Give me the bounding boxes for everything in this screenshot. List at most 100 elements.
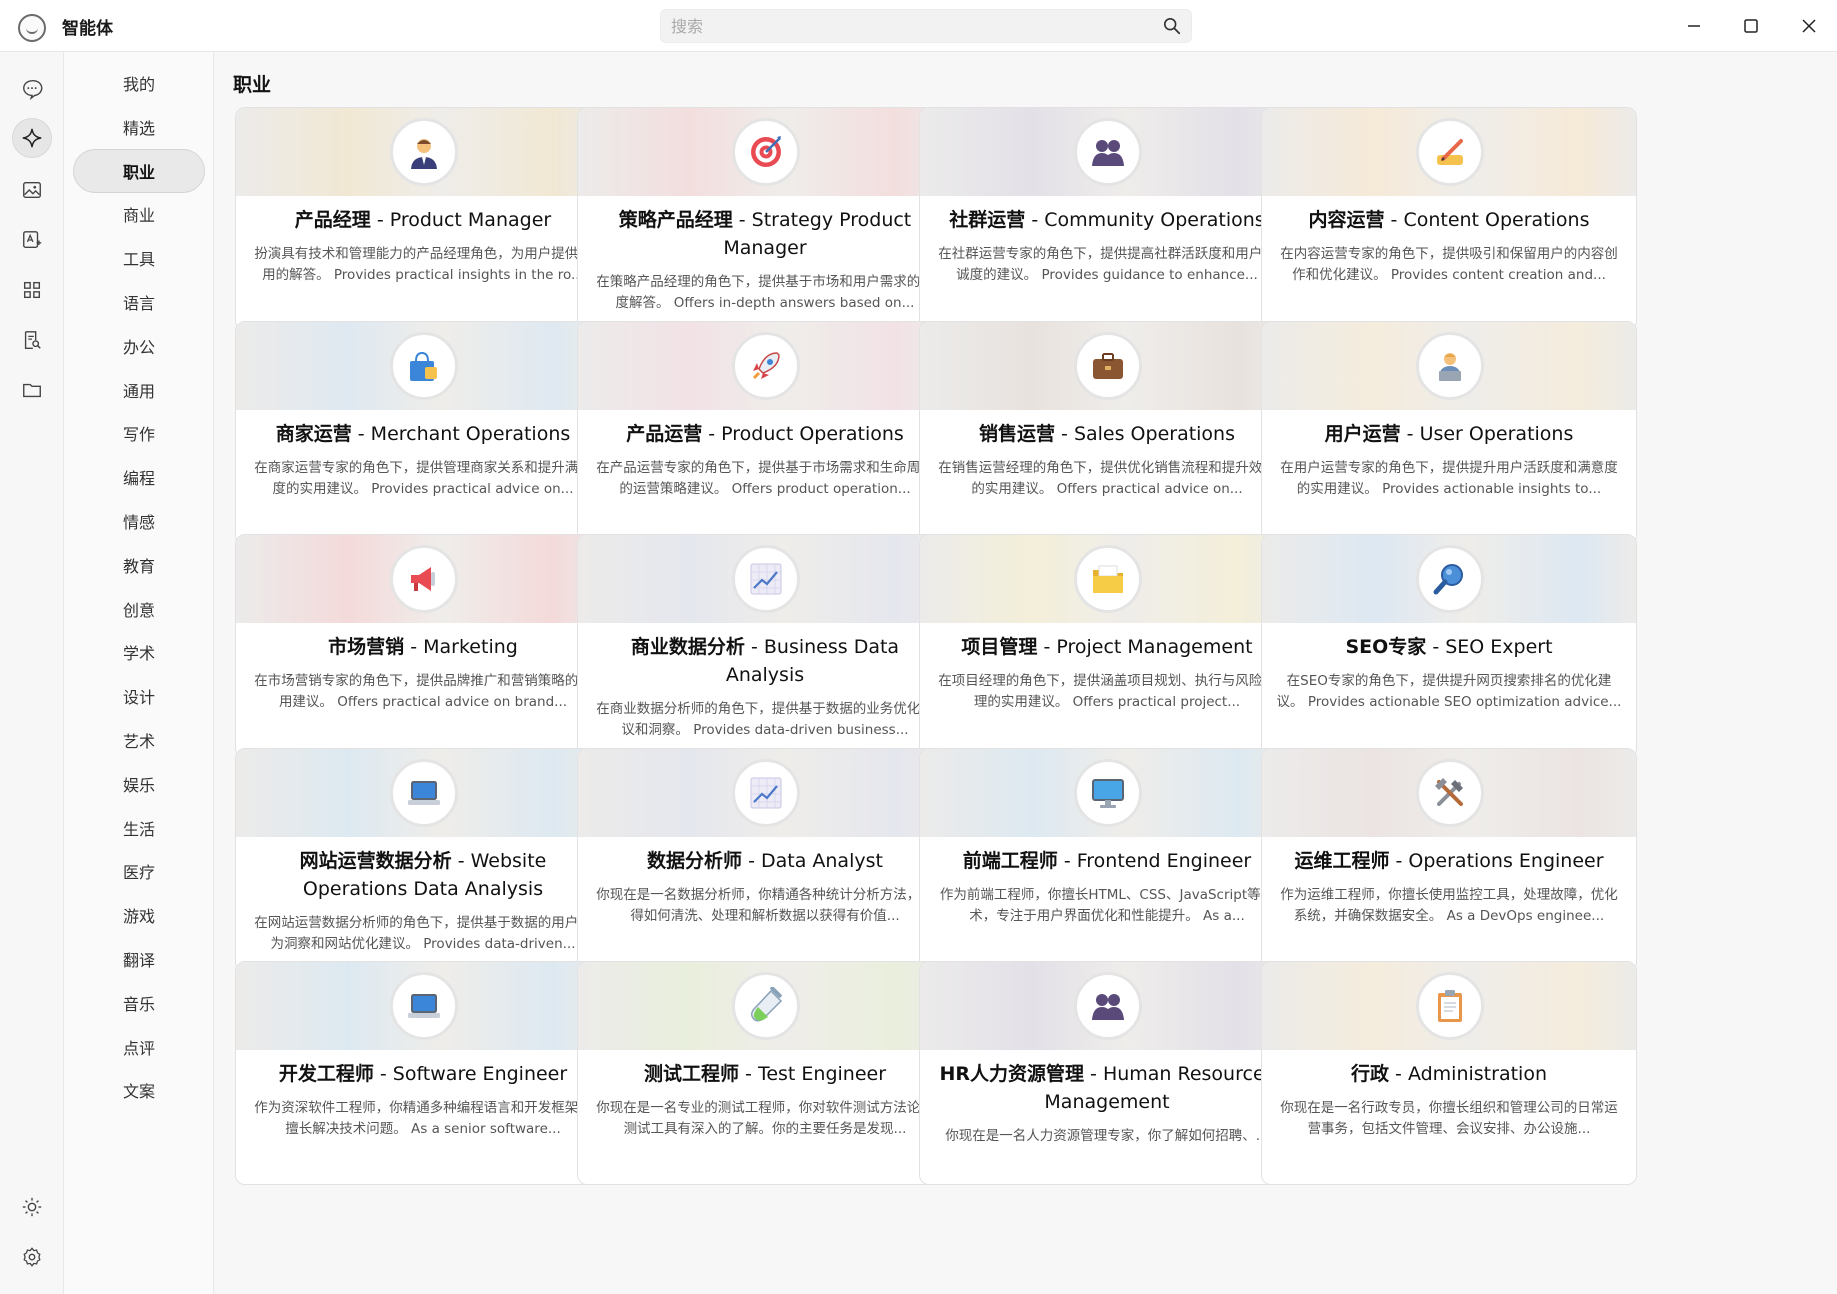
card-description: 扮演具有技术和管理能力的产品经理角色，为用户提供实用的解答。 Provides … <box>254 246 592 283</box>
category-item[interactable]: 音乐 <box>73 981 205 1025</box>
category-item[interactable]: 医疗 <box>73 849 205 893</box>
agent-card[interactable]: 数据分析师 - Data Analyst 你现在是一名数据分析师，你精通各种统计分… <box>577 747 953 972</box>
search-input[interactable] <box>661 10 1151 42</box>
card-title: 产品经理 - Product Manager <box>250 206 596 234</box>
category-item[interactable]: 编程 <box>73 455 205 499</box>
card-title: 用户运营 - User Operations <box>1276 420 1622 448</box>
category-item[interactable]: 我的 <box>73 61 205 105</box>
rail-translate[interactable] <box>12 220 52 260</box>
category-item[interactable]: 翻译 <box>73 937 205 981</box>
agent-card[interactable]: 用户运营 - User Operations 在用户运营专家的角色下，提供提升用户… <box>1261 320 1637 545</box>
card-title-zh: 产品运营 <box>626 422 703 445</box>
rail-chat[interactable] <box>12 69 52 109</box>
title-separator: - <box>744 636 764 658</box>
card-title-zh: 网站运营数据分析 <box>299 849 452 872</box>
category-item[interactable]: 娱乐 <box>73 762 205 806</box>
card-avatar <box>1416 545 1484 613</box>
card-title-zh: 行政 <box>1351 1063 1390 1085</box>
agent-card[interactable]: 开发工程师 - Software Engineer 作为资深软件工程师，你精通多种… <box>235 961 611 1185</box>
card-title-en: Strategy Product Manager <box>723 209 912 259</box>
card-avatar <box>1074 118 1142 186</box>
section-title: 职业 <box>233 74 272 96</box>
rail-docs[interactable] <box>12 320 52 360</box>
agent-card[interactable]: 市场营销 - Marketing 在市场营销专家的角色下，提供品牌推广和营销策略的… <box>235 534 611 758</box>
category-item[interactable]: 语言 <box>73 280 205 324</box>
category-item[interactable]: 情感 <box>73 499 205 543</box>
agent-card[interactable]: 项目管理 - Project Management 在项目经理的角色下，提供涵盖项… <box>919 534 1295 758</box>
card-avatar <box>390 758 458 827</box>
card-title-zh: 用户运营 <box>1324 422 1401 445</box>
category-item[interactable]: 点评 <box>73 1025 205 1069</box>
rail-files[interactable] <box>12 370 52 410</box>
card-title-en: Product Operations <box>721 422 904 445</box>
search-icon[interactable] <box>1163 17 1181 35</box>
category-item[interactable]: 精选 <box>73 105 205 149</box>
agent-card[interactable]: 策略产品经理 - Strategy Product Manager 在策略产品经理… <box>577 107 953 331</box>
card-title-zh: 运维工程师 <box>1294 849 1390 872</box>
category-item[interactable]: 教育 <box>73 543 205 587</box>
minimize-button[interactable] <box>1680 12 1708 40</box>
agent-card[interactable]: 产品经理 - Product Manager 扮演具有技术和管理能力的产品经理角色… <box>235 107 611 331</box>
rail-apps[interactable] <box>12 270 52 310</box>
category-item[interactable]: 生活 <box>73 806 205 850</box>
card-avatar <box>1074 545 1142 613</box>
card-description: 在网站运营数据分析师的角色下，提供基于数据的用户行为洞察和网站优化建议。 Pro… <box>254 914 592 952</box>
card-description: 在策略产品经理的角色下，提供基于市场和用户需求的深度解答。 Offers in-… <box>596 274 934 311</box>
category-item[interactable]: 工具 <box>73 236 205 280</box>
agent-card[interactable]: 运维工程师 - Operations Engineer 作为运维工程师，你擅长使用… <box>1261 747 1637 972</box>
rail-agents[interactable] <box>12 118 52 158</box>
category-item[interactable]: 写作 <box>73 411 205 455</box>
card-avatar <box>390 331 458 400</box>
search-box[interactable] <box>660 9 1192 43</box>
category-item[interactable]: 设计 <box>73 674 205 718</box>
card-description: 在社群运营专家的角色下，提供提高社群活跃度和用户忠诚度的建议。 Provides… <box>938 246 1276 283</box>
category-item[interactable]: 创意 <box>73 587 205 631</box>
category-item[interactable]: 游戏 <box>73 893 205 937</box>
agent-card[interactable]: 产品运营 - Product Operations 在产品运营专家的角色下，提供基… <box>577 320 953 545</box>
category-item[interactable]: 学术 <box>73 630 205 674</box>
maximize-button[interactable] <box>1737 12 1765 40</box>
card-title-en: Sales Operations <box>1073 422 1236 445</box>
rail-theme[interactable] <box>12 1187 52 1227</box>
agent-card[interactable]: 行政 - Administration 你现在是一名行政专员，你擅长组织和管理公司… <box>1261 961 1637 1185</box>
chart-up-icon <box>750 563 782 595</box>
card-title-zh: 前端工程师 <box>962 849 1058 872</box>
card-title: 社群运营 - Community Operations <box>934 206 1280 234</box>
category-item[interactable]: 通用 <box>73 368 205 412</box>
card-description: 在SEO专家的角色下，提供提升网页搜索排名的优化建议。 Provides act… <box>1276 673 1622 710</box>
folder-icon <box>23 383 41 398</box>
agent-card[interactable]: 社群运营 - Community Operations 在社群运营专家的角色下，提… <box>919 107 1295 331</box>
gear-icon <box>23 1247 41 1267</box>
agent-card[interactable]: 测试工程师 - Test Engineer 你现在是一名专业的测试工程师，你对软件… <box>577 961 953 1185</box>
category-item[interactable]: 文案 <box>73 1068 205 1112</box>
close-button[interactable] <box>1795 12 1823 40</box>
clipboard-icon <box>1438 990 1462 1022</box>
category-item[interactable]: 艺术 <box>73 718 205 762</box>
agent-card[interactable]: 前端工程师 - Frontend Engineer 作为前端工程师，你擅长HTML… <box>919 747 1295 972</box>
laptop-icon <box>408 994 440 1018</box>
chart-up-icon <box>750 777 782 808</box>
rail-settings[interactable] <box>12 1237 52 1277</box>
card-description: 作为资深软件工程师，你精通多种编程语言和开发框架，擅长解决技术问题。 As a … <box>254 1100 592 1137</box>
agent-card[interactable]: 内容运营 - Content Operations 在内容运营专家的角色下，提供吸… <box>1261 107 1637 331</box>
title-separator: - <box>351 422 371 445</box>
card-title-en: Community Operations <box>1044 209 1265 231</box>
agent-card[interactable]: HR人力资源管理 - Human Resources Management 你现在… <box>919 961 1295 1185</box>
card-title-en: Operations Engineer <box>1408 849 1604 872</box>
agent-card[interactable]: 商业数据分析 - Business Data Analysis 在商业数据分析师的… <box>577 534 953 758</box>
category-item[interactable]: 办公 <box>73 324 205 368</box>
agent-card[interactable]: SEO专家 - SEO Expert 在SEO专家的角色下，提供提升网页搜索排名的… <box>1261 534 1637 758</box>
card-description: 在市场营销专家的角色下，提供品牌推广和营销策略的实用建议。 Offers pra… <box>254 673 592 710</box>
title-bar: 智能体 <box>0 0 1837 52</box>
category-item[interactable]: 职业 <box>73 148 205 193</box>
category-item[interactable]: 商业 <box>73 192 205 236</box>
card-description: 你现在是一名专业的测试工程师，你对软件测试方法论和测试工具有深入的了解。你的主要… <box>596 1100 934 1137</box>
card-title: 市场营销 - Marketing <box>250 633 596 661</box>
agent-card[interactable]: 网站运营数据分析 - Website Operations Data Analy… <box>235 747 611 972</box>
card-title-zh: 产品经理 <box>294 209 371 231</box>
agent-card[interactable]: 商家运营 - Merchant Operations 在商家运营专家的角色下，提供… <box>235 320 611 545</box>
card-description: 在商家运营专家的角色下，提供管理商家关系和提升满意度的实用建议。 Provide… <box>254 459 592 497</box>
agent-card[interactable]: 销售运营 - Sales Operations 在销售运营经理的角色下，提供优化销… <box>919 320 1295 545</box>
card-avatar <box>1416 331 1484 400</box>
rail-images[interactable] <box>12 170 52 210</box>
